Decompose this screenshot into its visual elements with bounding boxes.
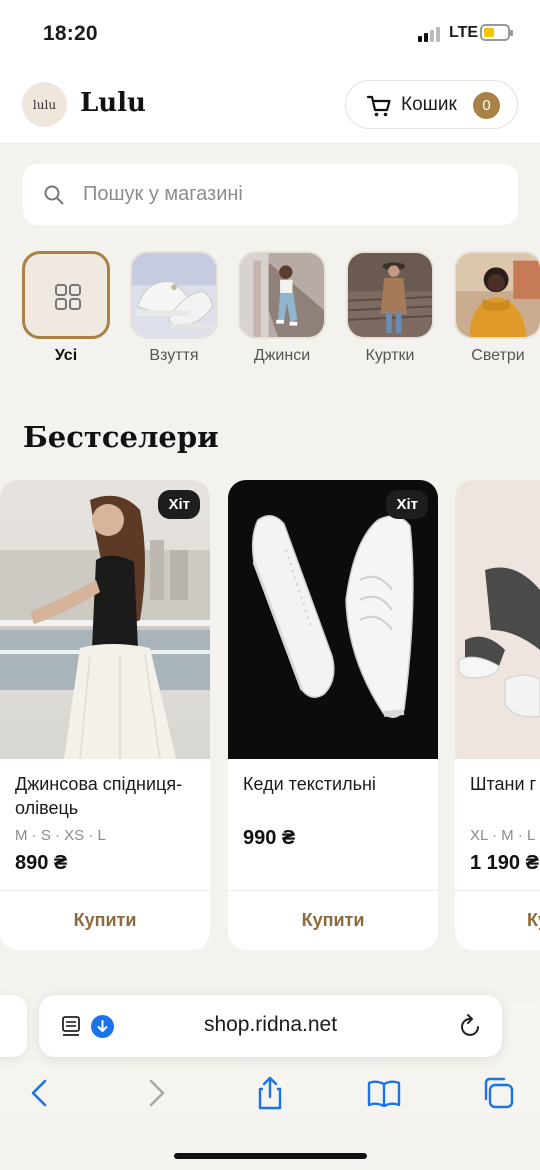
tabs-icon[interactable]: [480, 1075, 516, 1111]
reload-icon[interactable]: [459, 1013, 483, 1039]
category-label: Усі: [54, 347, 78, 364]
category-shoes-image: [130, 251, 218, 339]
search-icon: [44, 185, 64, 205]
cart-label: Кошик: [401, 94, 457, 115]
cart-button[interactable]: Кошик 0: [345, 80, 518, 129]
forward-icon[interactable]: [138, 1075, 174, 1111]
buy-button[interactable]: Купити: [228, 891, 438, 950]
product-card[interactable]: Хіт Джинсова спідниця-олівець M · S · XS…: [0, 480, 210, 950]
category-label: Светри: [471, 347, 525, 364]
product-price: 890 ₴: [15, 852, 68, 874]
category-label: Куртки: [365, 347, 415, 364]
product-name[interactable]: Штани г: [470, 772, 540, 796]
category-sweaters[interactable]: Светри: [454, 251, 540, 365]
product-price: 990 ₴: [243, 827, 296, 849]
product-card[interactable]: Хіт Кеди текстильні 990 ₴ Купити: [228, 480, 438, 950]
battery-icon: [480, 24, 513, 41]
search-box[interactable]: [23, 164, 518, 225]
site-header: lulu Lulu Кошик 0: [0, 64, 540, 144]
cart-icon: [366, 95, 391, 117]
share-icon[interactable]: [252, 1075, 288, 1111]
status-time: 18:20: [43, 22, 98, 45]
product-name[interactable]: Джинсова спідниця-олівець: [15, 772, 205, 820]
category-jackets-image: [346, 251, 434, 339]
address-bar[interactable]: shop.ridna.net: [39, 995, 502, 1057]
buy-button[interactable]: Купити: [0, 891, 210, 950]
grid-icon: [55, 284, 81, 310]
hit-badge: Хіт: [158, 490, 200, 519]
hit-badge: Хіт: [386, 490, 428, 519]
category-all-tile: [22, 251, 110, 339]
category-jeans-image: [238, 251, 326, 339]
section-title-bestsellers: Бестселери: [23, 420, 219, 454]
product-sizes: XL · M · L: [470, 827, 536, 844]
category-sweaters-image: [454, 251, 540, 339]
cellular-signal-icon: [418, 26, 444, 42]
status-bar: 18:20 LTE: [0, 0, 540, 64]
cart-count-badge: 0: [473, 92, 500, 119]
product-price: 1 190 ₴: [470, 852, 539, 874]
brand-logo-text: lulu: [32, 97, 57, 112]
product-sizes: M · S · XS · L: [15, 827, 106, 844]
buy-button[interactable]: Ку: [455, 891, 540, 950]
category-all[interactable]: Усі: [22, 251, 110, 365]
home-indicator[interactable]: [174, 1153, 367, 1159]
url-text[interactable]: shop.ridna.net: [39, 1013, 502, 1037]
product-card[interactable]: Штани г XL · M · L 1 190 ₴ Ку: [455, 480, 540, 950]
product-image: Хіт: [228, 480, 438, 759]
bookmarks-icon[interactable]: [366, 1075, 402, 1111]
category-shoes[interactable]: Взуття: [130, 251, 218, 365]
category-jackets[interactable]: Куртки: [346, 251, 434, 365]
category-jeans[interactable]: Джинси: [238, 251, 326, 365]
product-image: Хіт: [0, 480, 210, 759]
back-icon[interactable]: [22, 1075, 58, 1111]
previous-tab-preview[interactable]: [0, 995, 27, 1057]
category-label: Джинси: [253, 347, 311, 364]
product-image: [455, 480, 540, 759]
network-type: LTE: [449, 24, 479, 41]
category-label: Взуття: [149, 347, 199, 364]
brand-name[interactable]: Lulu: [80, 88, 146, 118]
brand-logo[interactable]: lulu: [22, 82, 67, 127]
search-input[interactable]: [83, 164, 503, 225]
product-name[interactable]: Кеди текстильні: [243, 772, 433, 796]
